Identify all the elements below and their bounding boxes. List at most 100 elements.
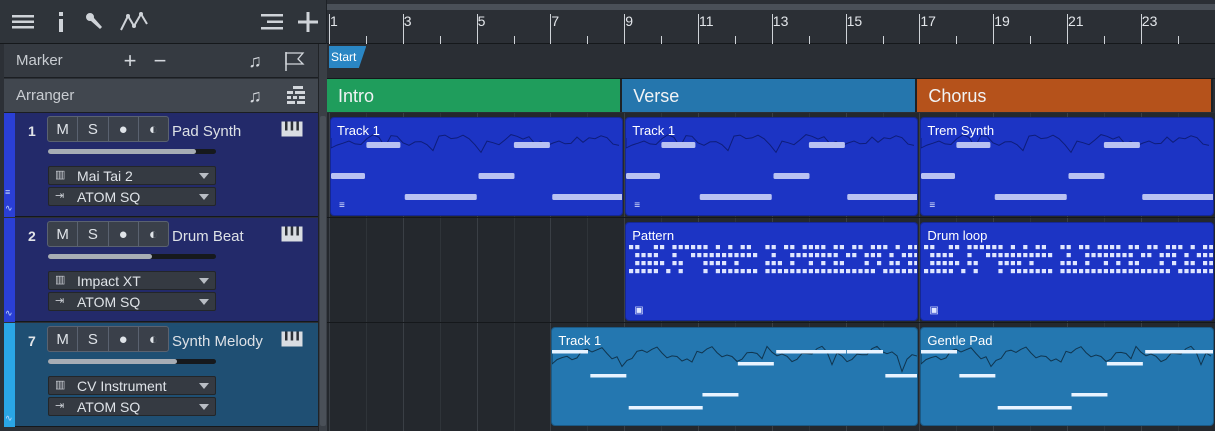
instrument-select[interactable]: ▥ Impact XT [48,271,216,290]
marker-track-header[interactable]: Marker + − ♫ [4,44,318,78]
drum-hit [1141,269,1146,274]
chevron-down-icon[interactable] [199,404,209,410]
keyboard-icon[interactable] [281,331,303,347]
chevron-down-icon[interactable] [199,278,209,284]
info-icon[interactable] [48,9,74,35]
music-note-icon[interactable]: ♫ [242,83,268,109]
wrench-icon[interactable] [82,9,108,35]
drum-hit [986,253,991,258]
marker-label: Marker [16,52,63,69]
track-list-scrollbar[interactable] [318,44,327,431]
clip-track-1[interactable]: Track 1 [551,327,919,426]
arranger-section-verse[interactable]: Verse [622,79,918,112]
track-header-synth-melody[interactable]: ∿ 7 M S ● ◐ Synth Melody ▥ CV Instrument ⇥ ATOM SQ [4,323,318,427]
input-select[interactable]: ⇥ ATOM SQ [48,187,216,206]
record-arm-button[interactable]: ● [109,222,139,246]
arranger-lane[interactable]: Intro Verse Chorus [327,79,1215,113]
chevron-down-icon[interactable] [199,383,209,389]
mute-button[interactable]: M [48,222,79,246]
instrument-select[interactable]: ▥ CV Instrument [48,376,216,395]
automation-lane-icon[interactable]: ∿ [5,413,13,424]
track-color-strip[interactable]: ∿ [4,218,15,322]
chevron-down-icon[interactable] [199,194,209,200]
drum-hit [936,261,941,266]
drum-hit [914,269,918,274]
track-header-drum-beat[interactable]: ∿ 2 M S ● ◐ Drum Beat ▥ Impact XT ⇥ ATOM SQ [4,218,318,322]
arranger-section-intro[interactable]: Intro [327,79,623,112]
mute-button[interactable]: M [48,327,79,351]
chevron-down-icon[interactable] [199,299,209,305]
drum-hit [734,269,739,274]
keyboard-icon[interactable] [281,226,303,242]
track-lanes[interactable]: Track 1 ≡ Track 1 ≡ Trem Synth ≡ Pattern ▣ Drum … [327,113,1215,431]
automation-lane-icon[interactable]: ∿ [5,308,13,319]
volume-slider[interactable] [48,359,216,364]
keyboard-icon[interactable] [281,121,303,137]
list-icon[interactable] [259,9,285,35]
monitor-button[interactable]: ◐ [139,117,168,141]
drum-hit [790,253,795,258]
drum-hit [877,253,882,258]
clip-track-1[interactable]: Track 1 ≡ [330,117,624,216]
input-select[interactable]: ⇥ ATOM SQ [48,397,216,416]
add-icon[interactable] [295,9,321,35]
remove-marker-button[interactable]: − [147,48,173,74]
drum-hit [802,269,807,274]
loop-range-bar[interactable] [327,4,1215,10]
drum-hit [1035,253,1041,258]
record-arm-button[interactable]: ● [109,117,139,141]
track-number: 2 [28,228,36,244]
monitor-button[interactable]: ◐ [139,222,168,246]
volume-slider[interactable] [48,149,216,154]
marker-start-flag[interactable]: Start [329,46,367,68]
automation-lane-icon[interactable]: ∿ [5,203,13,214]
timeline-ruler[interactable]: 1 3 5 7 9 11 13 15 17 19 21 23 [327,0,1215,44]
clip-content [552,345,918,410]
drum-hit [908,261,913,266]
drum-hit [1153,269,1158,274]
lanes-icon[interactable]: ≡ [5,187,10,197]
track-color-strip[interactable]: ∿ [4,323,15,427]
ruler-bar-number: 17 [920,13,936,29]
clip-trem-synth[interactable]: Trem Synth ≡ [920,117,1214,216]
menu-icon[interactable] [10,9,36,35]
track-name[interactable]: Drum Beat [172,228,244,245]
solo-button[interactable]: S [78,327,109,351]
scrollbar-thumb[interactable] [320,116,326,426]
arranger-track-header[interactable]: Arranger ♫ [4,79,318,113]
drum-hit [821,253,826,258]
drum-hit [833,245,838,250]
drum-hit [641,269,646,274]
track-header-pad-synth[interactable]: ≡ ∿ 1 M S ● ◐ Pad Synth ▥ Mai Tai 2 ⇥ ATOM SQ [4,113,318,217]
record-arm-button[interactable]: ● [109,327,139,351]
drum-hit [647,261,652,266]
midi-note [478,173,515,179]
track-color-strip[interactable]: ≡ ∿ [4,113,15,217]
input-select[interactable]: ⇥ ATOM SQ [48,292,216,311]
midi-note [1071,393,1108,397]
monitor-button[interactable]: ◐ [139,327,168,351]
marker-lane[interactable]: Start [327,44,1215,79]
clip-drum-loop[interactable]: Drum loop ▣ [920,222,1214,321]
arranger-section-chorus[interactable]: Chorus [917,79,1213,112]
mute-button[interactable]: M [48,117,79,141]
drum-hit [629,245,634,250]
drum-hit [936,253,941,258]
automation-icon[interactable] [118,9,150,35]
arranger-grid-icon[interactable] [283,83,309,109]
track-name[interactable]: Pad Synth [172,123,241,140]
solo-button[interactable]: S [78,222,109,246]
add-marker-button[interactable]: + [117,48,143,74]
solo-button[interactable]: S [78,117,109,141]
volume-slider[interactable] [48,254,216,259]
drum-hit [746,269,752,274]
clip-track-1[interactable]: Track 1 ≡ [625,117,919,216]
drum-hit [1085,269,1090,274]
music-note-icon[interactable]: ♫ [242,48,268,74]
chevron-down-icon[interactable] [199,173,209,179]
flag-icon[interactable] [281,48,307,74]
clip-gentle-pad[interactable]: Gentle Pad [920,327,1214,426]
track-name[interactable]: Synth Melody [172,333,263,350]
clip-pattern[interactable]: Pattern ▣ [625,222,919,321]
instrument-select[interactable]: ▥ Mai Tai 2 [48,166,216,185]
